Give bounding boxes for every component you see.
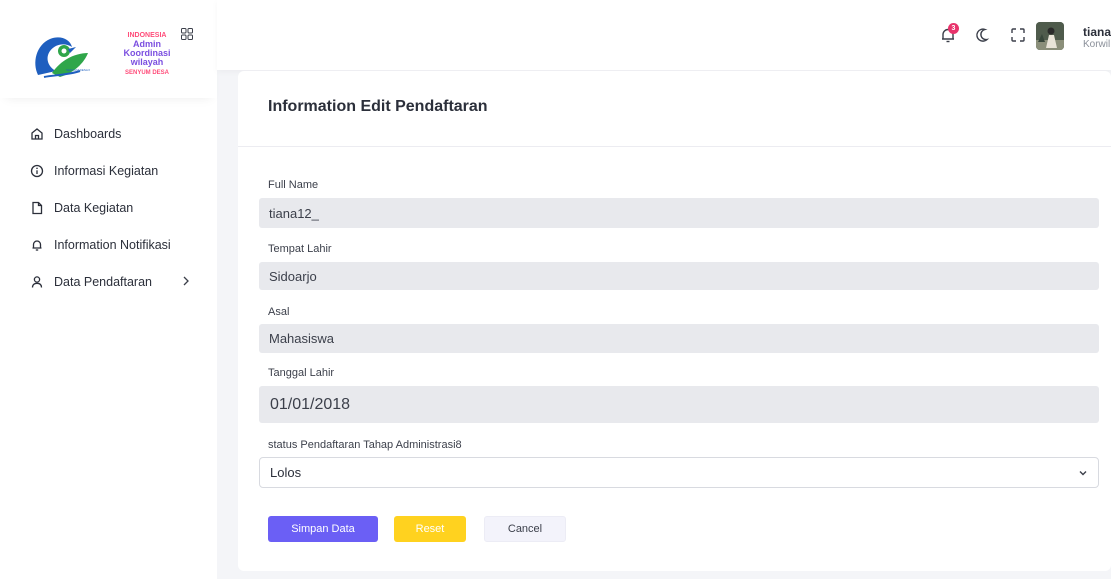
sidebar-item-label: Dashboards	[54, 126, 122, 141]
asal-label: Asal	[268, 306, 290, 318]
notification-button[interactable]: 3	[939, 23, 959, 44]
status-select[interactable]: Lolos	[259, 457, 1099, 488]
logo-title: Admin Koordinasi wilayah	[123, 39, 171, 67]
edit-registration-card: Information Edit Pendaftaran Full Name t…	[238, 71, 1111, 571]
save-button[interactable]: Simpan Data	[268, 516, 378, 542]
sidebar-item-informasi-kegiatan[interactable]: Informasi Kegiatan	[0, 152, 217, 189]
fullscreen-icon	[1011, 28, 1025, 42]
chevron-down-icon	[1079, 471, 1087, 476]
theme-toggle-button[interactable]	[975, 26, 993, 44]
full-name-field[interactable]: tiana12_	[259, 198, 1099, 228]
notification-badge: 3	[948, 23, 959, 34]
sidebar-item-dashboards[interactable]: Dashboards	[0, 115, 217, 152]
fullscreen-button[interactable]	[1009, 26, 1027, 44]
info-icon	[30, 164, 44, 177]
sidebar-item-data-pendaftaran[interactable]: Data Pendaftaran	[0, 263, 217, 300]
grid-menu-icon[interactable]	[181, 28, 193, 40]
sidebar-item-label: Informasi Kegiatan	[54, 163, 159, 178]
tanggal-lahir-label: Tanggal Lahir	[268, 367, 335, 379]
sidebar-item-label: Data Kegiatan	[54, 200, 134, 215]
asal-field[interactable]: Mahasiswa	[259, 324, 1099, 353]
tempat-lahir-label: Tempat Lahir	[268, 243, 332, 255]
avatar[interactable]	[1036, 22, 1064, 50]
divider	[238, 146, 1111, 147]
page-title: Information Edit Pendaftaran	[268, 98, 488, 115]
svg-text:SENYUM DESA INDONESIA: SENYUM DESA INDONESIA	[66, 68, 90, 72]
sidebar-item-label: Information Notifikasi	[54, 237, 171, 252]
moon-icon	[976, 28, 990, 42]
top-header: 3 tiana12_ Korwil	[217, 0, 1111, 70]
file-icon	[32, 201, 43, 214]
sidebar-item-information-notifikasi[interactable]: Information Notifikasi	[0, 226, 217, 263]
logo-bird-icon: SENYUM DESA INDONESIA	[35, 37, 90, 78]
sidebar-item-data-kegiatan[interactable]: Data Kegiatan	[0, 189, 217, 226]
user-role: Korwil	[1083, 39, 1111, 50]
logo-tagline: SENYUM DESA	[124, 70, 169, 76]
brand-area: SENYUM DESA INDONESIA INDONESIA Admin Ko…	[0, 0, 217, 98]
sidebar-item-label: Data Pendaftaran	[54, 274, 152, 289]
sidebar-nav: Dashboards Informasi Kegiatan Data Kegia…	[0, 115, 217, 300]
bell-icon	[32, 239, 42, 251]
home-icon	[31, 127, 43, 140]
reset-button[interactable]: Reset	[394, 516, 466, 542]
full-name-label: Full Name	[268, 179, 319, 191]
user-icon	[31, 275, 43, 288]
cancel-button[interactable]: Cancel	[484, 516, 566, 542]
status-select-value: Lolos	[270, 465, 302, 480]
logo[interactable]: SENYUM DESA INDONESIA INDONESIA Admin Ko…	[30, 25, 195, 89]
user-name[interactable]: tiana12_	[1083, 25, 1111, 39]
avatar-photo-icon	[1036, 22, 1064, 50]
logo-text: INDONESIA Admin Koordinasi wilayah SENYU…	[116, 31, 178, 78]
tanggal-lahir-field[interactable]: 01/01/2018	[259, 386, 1099, 423]
chevron-right-icon	[183, 276, 189, 286]
tempat-lahir-field[interactable]: Sidoarjo	[259, 262, 1099, 290]
status-label: status Pendaftaran Tahap Administrasi8	[268, 439, 462, 451]
sidebar: SENYUM DESA INDONESIA INDONESIA Admin Ko…	[0, 0, 217, 579]
